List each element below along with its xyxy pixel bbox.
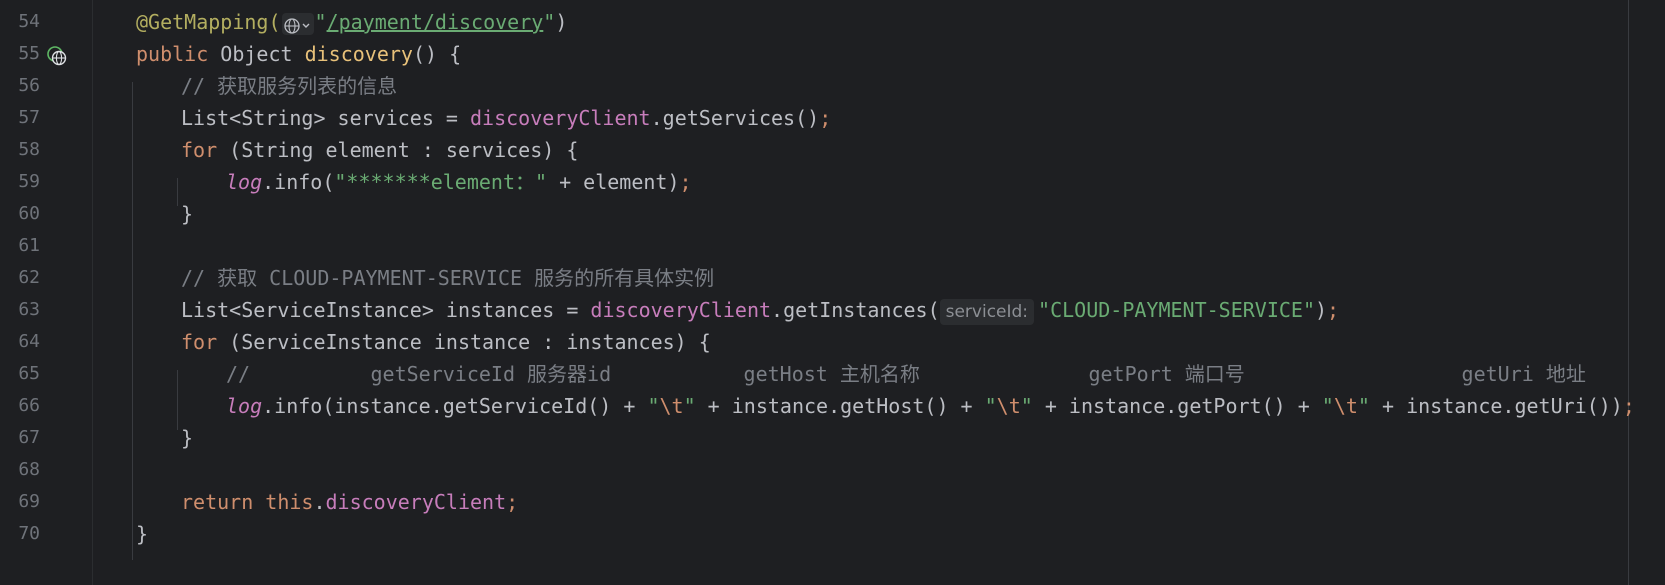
- paren: (: [268, 10, 281, 34]
- keyword-return: return: [181, 490, 254, 514]
- expression: + instance.getUri()): [1369, 394, 1623, 418]
- method-name: discovery: [304, 42, 413, 66]
- string-quote: ": [984, 394, 997, 418]
- paren: ): [1315, 298, 1328, 322]
- line-number: 68: [18, 459, 40, 480]
- line-number: 65: [18, 363, 40, 384]
- log-variable: log: [226, 170, 263, 194]
- code-line-69[interactable]: return this.discoveryClient;: [181, 485, 518, 519]
- method-call: .getServices(): [650, 106, 820, 130]
- globe-icon[interactable]: [281, 12, 314, 35]
- line-number: 66: [18, 395, 40, 416]
- semicolon: ;: [1622, 394, 1635, 418]
- comment: // 获取 CLOUD-PAYMENT-SERVICE 服务的所有具体实例: [181, 266, 715, 290]
- line-number: 59: [18, 171, 40, 192]
- code-area[interactable]: @GetMapping("/payment/discovery") public…: [92, 0, 1665, 585]
- code-line-59[interactable]: log.info("*******element：" + element);: [226, 165, 692, 199]
- loop-header: (String element : services) {: [217, 138, 579, 162]
- code-line-60[interactable]: }: [181, 197, 193, 231]
- string-quote: ": [543, 10, 556, 34]
- keyword-public: public: [136, 42, 209, 66]
- line-number: 54: [18, 11, 40, 32]
- line-number: 57: [18, 107, 40, 128]
- escape-sequence: \t: [659, 394, 684, 418]
- string-quote: ": [314, 10, 327, 34]
- field-reference: discoveryClient: [325, 490, 507, 514]
- declaration: List<ServiceInstance> instances =: [181, 298, 591, 322]
- return-type: Object: [208, 42, 305, 66]
- line-number: 61: [18, 235, 40, 256]
- comment: // getServiceId 服务器id getHost 主机名称 getPo…: [226, 362, 1586, 386]
- code-line-54[interactable]: @GetMapping( "/payment/discovery"): [136, 5, 567, 39]
- closing-brace: }: [136, 522, 149, 546]
- code-line-58[interactable]: for (String element : services) {: [181, 133, 578, 167]
- keyword-for: for: [181, 330, 218, 354]
- line-number: 60: [18, 203, 40, 224]
- line-number: 64: [18, 331, 40, 352]
- indent-guide: [177, 178, 178, 206]
- code-line-70[interactable]: }: [136, 517, 148, 551]
- semicolon: ;: [506, 490, 519, 514]
- paren: ): [555, 10, 568, 34]
- string-quote: ": [647, 394, 660, 418]
- code-line-66[interactable]: log.info(instance.getServiceId() + "\t" …: [226, 389, 1635, 423]
- escape-sequence: \t: [996, 394, 1021, 418]
- expression: + element): [547, 170, 680, 194]
- closing-brace: }: [181, 202, 194, 226]
- field-reference: discoveryClient: [469, 106, 651, 130]
- expression: + instance.getHost() +: [695, 394, 985, 418]
- string-quote: ": [1321, 394, 1334, 418]
- line-number: 67: [18, 427, 40, 448]
- line-number: 69: [18, 491, 40, 512]
- semicolon: ;: [679, 170, 692, 194]
- field-reference: discoveryClient: [590, 298, 772, 322]
- code-line-57[interactable]: List<String> services = discoveryClient.…: [181, 101, 831, 135]
- string-literal: "CLOUD-PAYMENT-SERVICE": [1038, 298, 1315, 322]
- code-line-64[interactable]: for (ServiceInstance instance : instance…: [181, 325, 711, 359]
- semicolon: ;: [1327, 298, 1340, 322]
- code-line-63[interactable]: List<ServiceInstance> instances = discov…: [181, 293, 1339, 327]
- line-number: 70: [18, 523, 40, 544]
- string-quote: ": [1357, 394, 1370, 418]
- indent-guide: [177, 370, 178, 430]
- expression: .info(instance.getServiceId() +: [262, 394, 648, 418]
- keyword-for: for: [181, 138, 218, 162]
- right-margin-guide: [1628, 0, 1629, 585]
- dot: .: [313, 490, 326, 514]
- comment: // 获取服务列表的信息: [181, 74, 398, 98]
- keyword-this: this: [253, 490, 314, 514]
- escape-sequence: \t: [1333, 394, 1358, 418]
- code-line-67[interactable]: }: [181, 421, 193, 455]
- string-quote: ": [1020, 394, 1033, 418]
- method-call: .getInstances(: [771, 298, 940, 322]
- annotation: @GetMapping: [136, 10, 269, 34]
- line-number: 56: [18, 75, 40, 96]
- declaration: List<String> services =: [181, 106, 470, 130]
- line-number-gutter: 54 55 56 57 58 59 60 61 62 63 64 65 66 6…: [0, 0, 93, 585]
- line-number: 62: [18, 267, 40, 288]
- code-line-65[interactable]: // getServiceId 服务器id getHost 主机名称 getPo…: [226, 357, 1586, 391]
- string-literal: "*******element：": [334, 170, 548, 194]
- log-variable: log: [226, 394, 263, 418]
- parameter-hint: serviceId:: [939, 299, 1035, 325]
- code-line-56[interactable]: // 获取服务列表的信息: [181, 69, 397, 103]
- expression: + instance.getPort() +: [1032, 394, 1322, 418]
- method-call: .info(: [262, 170, 335, 194]
- line-number: 58: [18, 139, 40, 160]
- line-number: 63: [18, 299, 40, 320]
- loop-header: (ServiceInstance instance : instances) {: [217, 330, 711, 354]
- endpoint-url-link[interactable]: /payment/discovery: [327, 10, 544, 34]
- web-endpoint-icon[interactable]: [47, 46, 67, 66]
- code-line-55[interactable]: public Object discovery() {: [136, 37, 461, 71]
- indent-guide: [132, 82, 133, 560]
- code-line-62[interactable]: // 获取 CLOUD-PAYMENT-SERVICE 服务的所有具体实例: [181, 261, 714, 295]
- method-signature-rest: () {: [412, 42, 462, 66]
- line-number: 55: [18, 43, 40, 64]
- semicolon: ;: [819, 106, 832, 130]
- string-quote: ": [683, 394, 696, 418]
- closing-brace: }: [181, 426, 194, 450]
- code-editor[interactable]: 54 55 56 57 58 59 60 61 62 63 64 65 66 6…: [0, 0, 1665, 585]
